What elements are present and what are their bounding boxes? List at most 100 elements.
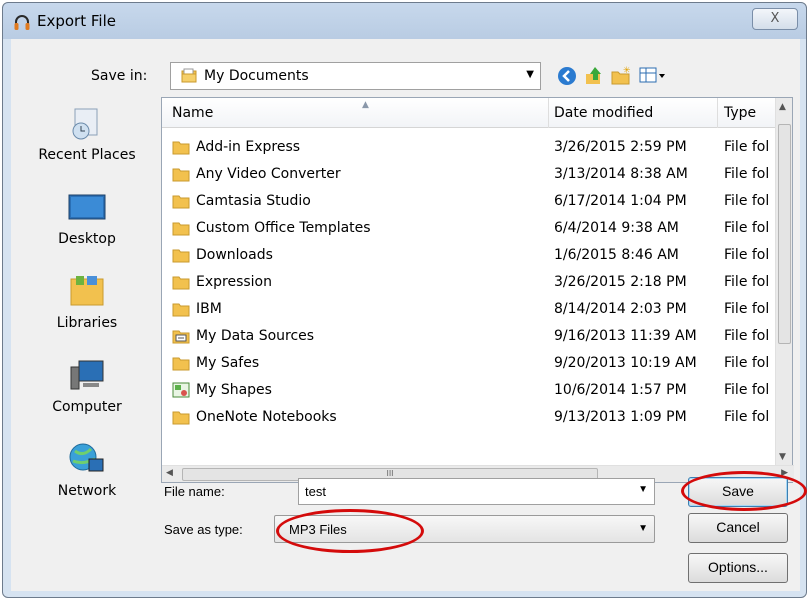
file-name: Any Video Converter bbox=[196, 166, 341, 182]
file-date: 1/6/2015 8:46 AM bbox=[554, 247, 679, 263]
file-name: Expression bbox=[196, 274, 272, 290]
shapes-icon bbox=[172, 382, 190, 398]
list-item[interactable]: My Data Sources 9/16/2013 11:39 AM File … bbox=[162, 325, 775, 352]
save-in-label: Save in: bbox=[91, 68, 148, 84]
window-title: Export File bbox=[37, 12, 116, 30]
file-date: 10/6/2014 1:57 PM bbox=[554, 382, 687, 398]
place-libraries[interactable]: Libraries bbox=[19, 265, 155, 349]
file-name-value: test bbox=[305, 484, 326, 499]
column-divider[interactable] bbox=[717, 98, 718, 128]
file-date: 3/13/2014 8:38 AM bbox=[554, 166, 688, 182]
recent-places-icon bbox=[72, 108, 98, 140]
file-date: 9/20/2013 10:19 AM bbox=[554, 355, 697, 371]
list-item[interactable]: Expression 3/26/2015 2:18 PM File fol bbox=[162, 271, 775, 298]
list-item[interactable]: Custom Office Templates 6/4/2014 9:38 AM… bbox=[162, 217, 775, 244]
column-header-type[interactable]: Type bbox=[724, 105, 756, 121]
list-item[interactable]: Downloads 1/6/2015 8:46 AM File fol bbox=[162, 244, 775, 271]
file-type: File fol bbox=[724, 382, 770, 398]
file-name: My Shapes bbox=[196, 382, 272, 398]
save-as-type-value: MP3 Files bbox=[289, 522, 347, 537]
place-network[interactable]: Network bbox=[19, 433, 155, 517]
export-file-dialog: Export File X Save in: My Documents ▼ ✳ bbox=[2, 2, 807, 598]
list-item[interactable]: Camtasia Studio 6/17/2014 1:04 PM File f… bbox=[162, 190, 775, 217]
folder-icon bbox=[172, 357, 190, 371]
place-recent-places[interactable]: Recent Places bbox=[19, 97, 155, 181]
column-header-row: ▲ Name Date modified Type bbox=[162, 98, 775, 128]
save-as-type-label: Save as type: bbox=[164, 522, 243, 537]
file-name: Downloads bbox=[196, 247, 273, 263]
places-bar: Recent Places Desktop Libraries Computer… bbox=[19, 97, 155, 537]
headphones-icon bbox=[14, 15, 30, 30]
view-menu-icon[interactable] bbox=[638, 65, 668, 87]
data-sources-icon bbox=[172, 330, 190, 344]
place-label: Recent Places bbox=[38, 147, 136, 163]
place-computer[interactable]: Computer bbox=[19, 349, 155, 433]
new-folder-icon[interactable]: ✳ bbox=[610, 65, 632, 87]
file-type: File fol bbox=[724, 166, 770, 182]
scroll-up-arrow-icon[interactable]: ▲ bbox=[779, 102, 786, 112]
file-type: File fol bbox=[724, 139, 770, 155]
folder-icon bbox=[172, 411, 190, 425]
sort-ascending-icon: ▲ bbox=[362, 100, 369, 110]
place-label: Computer bbox=[52, 399, 122, 415]
save-button[interactable]: Save bbox=[688, 477, 788, 507]
close-button[interactable]: X bbox=[752, 8, 798, 30]
file-type: File fol bbox=[724, 220, 770, 236]
svg-text:✳: ✳ bbox=[623, 66, 631, 76]
file-name: Camtasia Studio bbox=[196, 193, 311, 209]
vertical-scrollbar[interactable]: ▲ ▼ bbox=[775, 98, 792, 466]
column-header-date-modified[interactable]: Date modified bbox=[554, 105, 653, 121]
folder-icon bbox=[172, 195, 190, 209]
file-type: File fol bbox=[724, 247, 770, 263]
title-bar[interactable]: Export File X bbox=[3, 3, 806, 39]
up-folder-icon[interactable] bbox=[583, 65, 605, 87]
list-item[interactable]: Any Video Converter 3/13/2014 8:38 AM Fi… bbox=[162, 163, 775, 190]
folder-icon bbox=[172, 276, 190, 290]
place-label: Desktop bbox=[58, 231, 116, 247]
file-type: File fol bbox=[724, 274, 770, 290]
list-item[interactable]: My Safes 9/20/2013 10:19 AM File fol bbox=[162, 352, 775, 379]
scroll-left-arrow-icon[interactable]: ◀ bbox=[166, 468, 173, 478]
file-list[interactable]: ▲ Name Date modified Type Add-in Express… bbox=[161, 97, 794, 483]
save-in-dropdown[interactable]: My Documents ▼ bbox=[170, 62, 541, 90]
options-button[interactable]: Options... bbox=[688, 553, 788, 583]
place-desktop[interactable]: Desktop bbox=[19, 181, 155, 265]
folder-icon bbox=[172, 222, 190, 236]
file-name: Custom Office Templates bbox=[196, 220, 371, 236]
place-label: Libraries bbox=[56, 315, 118, 331]
vertical-scroll-thumb[interactable] bbox=[778, 124, 791, 344]
file-name: My Safes bbox=[196, 355, 260, 371]
file-date: 9/16/2013 11:39 AM bbox=[554, 328, 697, 344]
list-item[interactable]: OneNote Notebooks 9/13/2013 1:09 PM File… bbox=[162, 406, 775, 433]
chevron-down-icon[interactable]: ▼ bbox=[638, 484, 648, 495]
file-date: 9/13/2013 1:09 PM bbox=[554, 409, 687, 425]
back-icon[interactable] bbox=[556, 65, 578, 87]
file-type: File fol bbox=[724, 409, 770, 425]
scroll-grip-icon: III bbox=[386, 469, 394, 478]
file-date: 6/17/2014 1:04 PM bbox=[554, 193, 687, 209]
save-as-type-dropdown[interactable]: MP3 Files ▼ bbox=[274, 515, 655, 543]
file-name: IBM bbox=[196, 301, 222, 317]
file-name-field[interactable]: test ▼ bbox=[298, 478, 655, 505]
dialog-body: Save in: My Documents ▼ ✳ Recent Places … bbox=[11, 39, 807, 591]
folder-icon bbox=[172, 141, 190, 155]
file-type: File fol bbox=[724, 355, 770, 371]
place-label: Network bbox=[57, 483, 117, 499]
file-name: My Data Sources bbox=[196, 328, 315, 344]
list-item[interactable]: My Shapes 10/6/2014 1:57 PM File fol bbox=[162, 379, 775, 406]
file-type: File fol bbox=[724, 301, 770, 317]
column-divider[interactable] bbox=[548, 98, 549, 128]
computer-icon bbox=[70, 360, 104, 390]
file-date: 6/4/2014 9:38 AM bbox=[554, 220, 679, 236]
close-icon: X bbox=[770, 11, 780, 26]
network-icon bbox=[69, 443, 104, 472]
desktop-icon bbox=[68, 194, 106, 220]
list-item[interactable]: Add-in Express 3/26/2015 2:59 PM File fo… bbox=[162, 136, 775, 163]
scroll-down-arrow-icon[interactable]: ▼ bbox=[779, 452, 786, 462]
documents-folder-icon bbox=[181, 68, 197, 83]
cancel-button[interactable]: Cancel bbox=[688, 513, 788, 543]
column-header-name[interactable]: Name bbox=[172, 105, 213, 121]
file-date: 3/26/2015 2:59 PM bbox=[554, 139, 687, 155]
chevron-down-icon: ▼ bbox=[638, 523, 648, 534]
list-item[interactable]: IBM 8/14/2014 2:03 PM File fol bbox=[162, 298, 775, 325]
